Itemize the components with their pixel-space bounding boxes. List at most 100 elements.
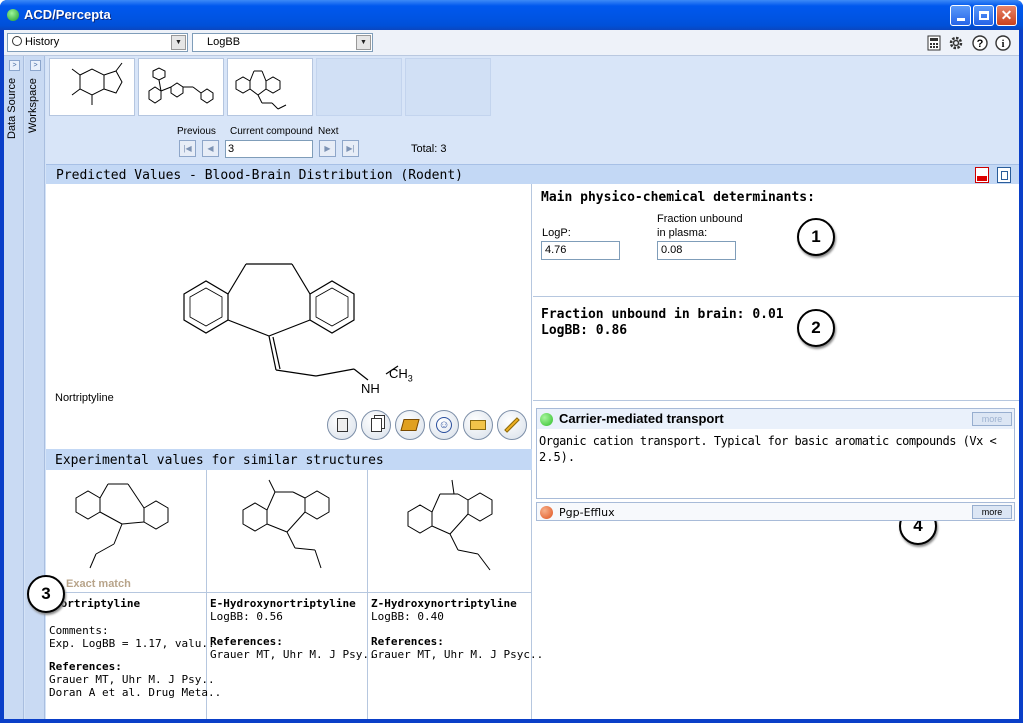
experimental-item-3[interactable]: Z-Hydroxynortriptyline LogBB: 0.40 Refer… bbox=[368, 470, 543, 719]
compound-thumbnail-1[interactable] bbox=[49, 58, 135, 116]
close-button[interactable]: ✕ bbox=[996, 5, 1017, 26]
brain-results: Fraction unbound in brain: 0.01 LogBB: 0… bbox=[541, 307, 784, 339]
experimental-item-2[interactable]: E-Hydroxynortriptyline LogBB: 0.56 Refer… bbox=[207, 470, 376, 719]
svg-text:i: i bbox=[1002, 39, 1005, 50]
references-label: References: bbox=[49, 660, 122, 673]
carrier-more-button[interactable]: more bbox=[972, 412, 1012, 426]
gear-icon[interactable] bbox=[947, 34, 965, 52]
first-button[interactable]: |◀ bbox=[179, 140, 196, 157]
current-compound-label: Current compound bbox=[230, 126, 313, 137]
next-button[interactable]: ▶ bbox=[319, 140, 336, 157]
logp-value[interactable]: 4.76 bbox=[541, 241, 620, 260]
compound-strip: Previous Current compound Next |◀ ◀ 3 ▶ … bbox=[46, 56, 1019, 164]
experimental-name: E-Hydroxynortriptyline bbox=[210, 597, 356, 610]
callout-1: 1 bbox=[797, 218, 835, 256]
z-hydroxynortriptyline-structure bbox=[407, 479, 493, 571]
smiley-icon[interactable]: ☺ bbox=[429, 410, 459, 440]
determinants-title: Main physico-chemical determinants: bbox=[541, 190, 815, 205]
next-label: Next bbox=[318, 126, 339, 137]
references-label: References: bbox=[371, 635, 444, 648]
fraction-unbound-value[interactable]: 0.08 bbox=[657, 241, 736, 260]
logp-label: LogP: bbox=[542, 227, 571, 239]
experimental-item-1[interactable]: Exact match Nortriptyline Comments: Exp.… bbox=[46, 470, 221, 719]
results-pane: Main physico-chemical determinants: LogP… bbox=[533, 184, 1019, 719]
last-button[interactable]: ▶| bbox=[342, 140, 359, 157]
app-window: ACD/Percepta ✕ History ▼ LogBB ▼ ? i > D… bbox=[0, 0, 1023, 723]
expand-icon[interactable]: > bbox=[30, 60, 41, 71]
compound-thumbnail-2[interactable] bbox=[138, 58, 224, 116]
help-icon[interactable]: ? bbox=[971, 34, 989, 52]
compound-2-structure bbox=[148, 67, 214, 104]
nortriptyline-thumbnail-structure bbox=[235, 70, 287, 110]
pgp-more-button[interactable]: more bbox=[972, 505, 1012, 519]
toolbar: History ▼ LogBB ▼ ? i bbox=[4, 30, 1019, 56]
comments-label: Comments: bbox=[49, 624, 109, 637]
references-label: References: bbox=[210, 635, 283, 648]
structure-name: Nortriptyline bbox=[55, 392, 114, 404]
first-icon: |◀ bbox=[183, 144, 192, 153]
carrier-mediated-header: Carrier-mediated transport more bbox=[537, 409, 1014, 429]
book-icon[interactable] bbox=[395, 410, 425, 440]
maximize-button[interactable] bbox=[973, 5, 994, 26]
calculator-icon[interactable] bbox=[925, 34, 943, 52]
logbb-result: LogBB: 0.86 bbox=[541, 323, 628, 338]
pdf-export-icon[interactable] bbox=[975, 167, 989, 183]
main-content: NH CH3 Nortriptyline ☺ Experimental valu… bbox=[46, 184, 1019, 719]
maximize-icon bbox=[978, 11, 989, 20]
copy-icon[interactable] bbox=[997, 167, 1011, 183]
fraction-unbound-label: Fraction unbound bbox=[657, 213, 743, 225]
total-count: Total: 3 bbox=[411, 143, 447, 155]
history-dropdown[interactable]: History ▼ bbox=[7, 33, 188, 52]
last-icon: ▶| bbox=[346, 144, 355, 153]
structure-image bbox=[46, 470, 206, 593]
previous-button[interactable]: ◀ bbox=[202, 140, 219, 157]
history-value: History bbox=[25, 36, 60, 48]
clipboard-icon[interactable] bbox=[327, 410, 357, 440]
copy-structure-icon[interactable] bbox=[361, 410, 391, 440]
callout-3: 3 bbox=[27, 575, 65, 613]
info-icon[interactable]: i bbox=[994, 34, 1012, 52]
experimental-values-title: Experimental values for similar structur… bbox=[55, 453, 384, 468]
fraction-unbound-brain: Fraction unbound in brain: 0.01 bbox=[541, 307, 784, 322]
window-title: ACD/Percepta bbox=[24, 7, 111, 22]
title-bar[interactable]: ACD/Percepta ✕ bbox=[0, 0, 1023, 30]
logbb-value: LogBB: 0.56 bbox=[210, 610, 283, 623]
data-source-label: Data Source bbox=[6, 78, 18, 140]
previous-icon: ◀ bbox=[207, 144, 214, 153]
compound-thumbnail-3[interactable] bbox=[227, 58, 313, 116]
red-status-icon bbox=[540, 506, 553, 519]
expand-icon[interactable]: > bbox=[9, 60, 20, 71]
callout-2: 2 bbox=[797, 309, 835, 347]
carrier-text-1: Organic cation transport. Typical for ba… bbox=[539, 434, 997, 448]
property-dropdown[interactable]: LogBB ▼ bbox=[192, 33, 373, 52]
carrier-mediated-title: Carrier-mediated transport bbox=[559, 411, 724, 426]
client-area: History ▼ LogBB ▼ ? i > Data Source > Wo… bbox=[4, 30, 1019, 719]
divider bbox=[533, 296, 1019, 297]
close-icon: ✕ bbox=[1000, 7, 1013, 23]
experimental-values-header: Experimental values for similar structur… bbox=[46, 449, 532, 470]
chevron-down-icon[interactable]: ▼ bbox=[356, 35, 371, 50]
data-source-tab[interactable]: > Data Source bbox=[4, 56, 24, 719]
amine-nh-label: NH bbox=[361, 381, 380, 396]
chevron-down-icon[interactable]: ▼ bbox=[171, 35, 186, 50]
divider bbox=[533, 400, 1019, 401]
reference-1: Grauer MT, Uhr M. J Psyc.. bbox=[371, 648, 544, 661]
current-compound-input[interactable]: 3 bbox=[225, 140, 313, 158]
caffeine-structure bbox=[71, 62, 123, 105]
svg-text:?: ? bbox=[977, 38, 984, 50]
in-plasma-label: in plasma: bbox=[657, 227, 708, 239]
property-value: LogBB bbox=[207, 36, 241, 48]
workspace-tab[interactable]: > Workspace bbox=[25, 56, 45, 719]
nortriptyline-small-structure bbox=[75, 483, 169, 569]
clock-icon bbox=[12, 36, 22, 46]
structure-pane: NH CH3 Nortriptyline ☺ Experimental valu… bbox=[46, 184, 543, 719]
predicted-values-title: Predicted Values - Blood-Brain Distribut… bbox=[56, 168, 463, 183]
edit-folder-icon[interactable] bbox=[463, 410, 493, 440]
experimental-name: Nortriptyline bbox=[54, 597, 141, 610]
e-hydroxynortriptyline-structure bbox=[242, 479, 330, 569]
pencil-icon[interactable] bbox=[497, 410, 527, 440]
reference-1: Grauer MT, Uhr M. J Psy.. bbox=[49, 673, 215, 686]
minimize-button[interactable] bbox=[950, 5, 971, 26]
next-icon: ▶ bbox=[324, 144, 331, 153]
carrier-text-2: 2.5). bbox=[539, 450, 576, 464]
